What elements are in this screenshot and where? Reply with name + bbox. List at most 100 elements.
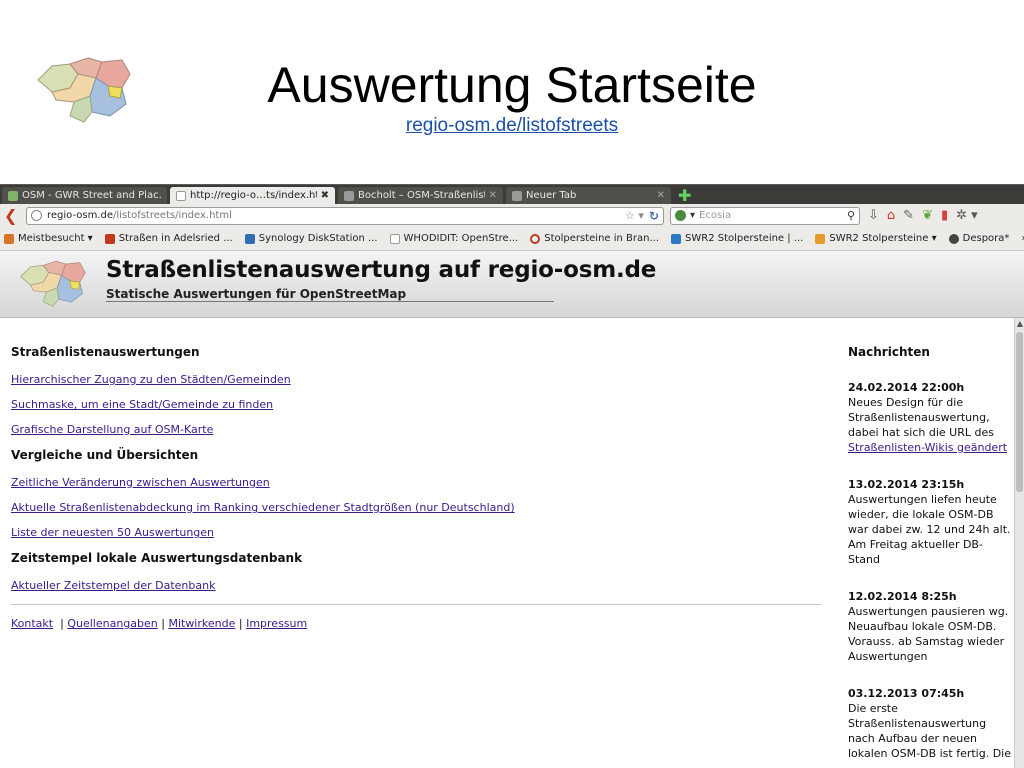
- toolbar-icons: ⇩ ⌂ ✎ ❦ ▮ ✲ ▾: [868, 208, 986, 223]
- scrollbar-thumb[interactable]: [1016, 332, 1023, 492]
- bookmark-label: SWR2 Stolpersteine ▾: [829, 233, 937, 244]
- bookmark-label: Despora*: [962, 233, 1010, 244]
- bookmark-item[interactable]: SWR2 Stolpersteine | ...: [671, 233, 803, 244]
- nav-bar: ❮ regio-osm.de/listofstreets/index.html …: [0, 204, 1024, 227]
- scroll-up-icon[interactable]: ▲: [1015, 318, 1024, 330]
- news-text: Auswertungen pausieren wg. Neuaufbau lok…: [848, 605, 1009, 663]
- new-tab-plus-icon[interactable]: ✚: [678, 187, 691, 204]
- page-icon: [344, 190, 354, 201]
- link-changes[interactable]: Zeitliche Veränderung zwischen Auswertun…: [11, 476, 831, 489]
- tab-favicon-icon: [8, 190, 18, 201]
- bookmark-label: Meistbesucht ▾: [18, 233, 93, 244]
- link-impressum[interactable]: Impressum: [246, 617, 307, 630]
- url-bar[interactable]: regio-osm.de/listofstreets/index.html ☆ …: [26, 206, 664, 225]
- news-link[interactable]: Straßenlisten-Wikis geändert: [848, 441, 1007, 454]
- bookmark-item[interactable]: SWR2 Stolpersteine ▾: [815, 233, 937, 244]
- bookmark-item[interactable]: Meistbesucht ▾: [4, 233, 93, 244]
- scrollbar[interactable]: ▲: [1014, 318, 1024, 768]
- tab-new[interactable]: Neuer Tab ✕: [506, 187, 671, 204]
- site-subtitle: Statische Auswertungen für OpenStreetMap: [106, 287, 407, 301]
- title-underline: [106, 301, 554, 302]
- bookmark-item[interactable]: Stolpersteine in Bran...: [530, 233, 659, 244]
- site-title: Straßenlistenauswertung auf regio-osm.de: [106, 257, 657, 283]
- tab-bocholt[interactable]: Bocholt – OSM-Straßenliste... ✕: [338, 187, 503, 204]
- news-item: 12.02.2014 8:25h Auswertungen pausieren …: [848, 589, 1013, 664]
- jar-icon[interactable]: ▮: [941, 208, 948, 223]
- link-mitwirkende[interactable]: Mitwirkende: [168, 617, 235, 630]
- tab-label: OSM - GWR Street and Plac...: [22, 190, 161, 201]
- section-heading: Zeitstempel lokale Auswertungsdatenbank: [11, 551, 303, 565]
- link-latest[interactable]: Liste der neuesten 50 Auswertungen: [11, 526, 831, 539]
- bookmark-label: Stolpersteine in Bran...: [544, 233, 660, 244]
- tab-label: http://regio-o…ts/index.html: [190, 190, 317, 201]
- bookmark-label: SWR2 Stolpersteine | ...: [685, 233, 804, 244]
- news-date: 12.02.2014 8:25h: [848, 590, 957, 603]
- news-date: 24.02.2014 22:00h: [848, 381, 965, 394]
- tab-bar: OSM - GWR Street and Plac... http://regi…: [0, 185, 1024, 204]
- folder-icon: [4, 233, 14, 244]
- news-date: 13.02.2014 23:15h: [848, 478, 965, 491]
- url-host: regio-osm.de: [47, 210, 114, 221]
- tab-label: Bocholt – OSM-Straßenliste...: [358, 190, 485, 201]
- link-timestamp[interactable]: Aktueller Zeitstempel der Datenbank: [11, 579, 831, 592]
- bookmark-star-icon[interactable]: ☆ ▾: [625, 209, 644, 222]
- separator: |: [238, 617, 243, 630]
- bookmark-favicon-icon: [104, 233, 115, 244]
- bookmark-item[interactable]: Despora*: [948, 233, 1010, 244]
- bookmark-favicon-icon: [244, 233, 255, 244]
- bookmarks-bar: Meistbesucht ▾ Straßen in Adelsried ... …: [0, 227, 1024, 251]
- bookmark-favicon-icon: [389, 233, 400, 244]
- chevron-down-icon[interactable]: ▾: [690, 210, 695, 221]
- news-text: Auswertungen liefen heute wieder, die lo…: [848, 493, 1011, 566]
- link-hierarchy[interactable]: Hierarchischer Zugang zu den Städten/Gem…: [11, 373, 831, 386]
- separator: |: [161, 617, 165, 630]
- url-path: /listofstreets/index.html: [113, 210, 232, 221]
- page-icon: [176, 190, 186, 201]
- news-text: Neues Design für die Straßenlistenauswer…: [848, 396, 994, 439]
- divider: [11, 604, 821, 605]
- close-tab-icon[interactable]: ✕: [657, 190, 665, 201]
- bookmark-label: WHODIDIT: OpenStre...: [403, 233, 519, 244]
- page-content: Straßenlistenauswertungen Hierarchischer…: [0, 318, 1024, 768]
- section-heading: Straßenlistenauswertungen: [11, 345, 200, 359]
- link-map[interactable]: Grafische Darstellung auf OSM-Karte: [11, 423, 831, 436]
- news-date: 03.12.2013 07:45h: [848, 687, 965, 700]
- search-bar[interactable]: ▾ Ecosia ⚲: [670, 206, 860, 225]
- close-tab-icon[interactable]: ✕: [489, 190, 497, 201]
- tab-osm-gwr[interactable]: OSM - GWR Street and Plac...: [2, 187, 167, 204]
- bookmark-label: Synology DiskStation ...: [258, 233, 378, 244]
- link-search[interactable]: Suchmaske, um eine Stadt/Gemeinde zu fin…: [11, 398, 831, 411]
- news-heading: Nachrichten: [848, 345, 930, 359]
- slide-title: Auswertung Startseite: [267, 57, 757, 113]
- search-icon[interactable]: ⚲: [847, 209, 855, 222]
- bookmark-favicon-icon: [671, 233, 682, 244]
- tab-regio-osm[interactable]: http://regio-o…ts/index.html ✖: [170, 187, 335, 204]
- news-text: Die erste Straßenlistenauswertung nach A…: [848, 702, 1012, 760]
- news-item: 24.02.2014 22:00h Neues Design für die S…: [848, 380, 1013, 455]
- search-engine-icon[interactable]: [675, 210, 686, 221]
- back-arrow-icon[interactable]: ❮: [4, 206, 26, 225]
- bookmark-item[interactable]: Straßen in Adelsried ...: [104, 233, 233, 244]
- globe-icon: [31, 210, 42, 221]
- home-icon[interactable]: ⌂: [887, 208, 895, 223]
- addon-icon[interactable]: ✎: [903, 208, 914, 223]
- bookmark-label: Straßen in Adelsried ...: [118, 233, 233, 244]
- rss-icon: [815, 233, 826, 244]
- link-kontakt[interactable]: Kontakt: [11, 617, 53, 630]
- slide-link[interactable]: regio-osm.de/listofstreets: [0, 115, 1024, 137]
- browser-window: OSM - GWR Street and Plac... http://regi…: [0, 184, 1024, 768]
- link-ranking[interactable]: Aktuelle Straßenlistenabdeckung im Ranki…: [11, 501, 831, 514]
- news-item: 13.02.2014 23:15h Auswertungen liefen he…: [848, 477, 1013, 567]
- link-quellen[interactable]: Quellenangaben: [67, 617, 157, 630]
- main-column: Straßenlistenauswertungen Hierarchischer…: [11, 345, 831, 630]
- reload-icon[interactable]: ↻: [649, 209, 659, 223]
- download-icon[interactable]: ⇩: [868, 208, 879, 223]
- bookmark-item[interactable]: WHODIDIT: OpenStre...: [389, 233, 519, 244]
- site-logo: [20, 260, 86, 307]
- news-column: Nachrichten 24.02.2014 22:00h Neues Desi…: [848, 345, 1013, 768]
- tools-icon[interactable]: ✲ ▾: [956, 208, 978, 223]
- leaf-icon[interactable]: ❦: [922, 208, 933, 223]
- bookmark-item[interactable]: Synology DiskStation ...: [244, 233, 378, 244]
- search-placeholder: Ecosia: [699, 210, 732, 221]
- close-tab-icon[interactable]: ✖: [321, 190, 329, 201]
